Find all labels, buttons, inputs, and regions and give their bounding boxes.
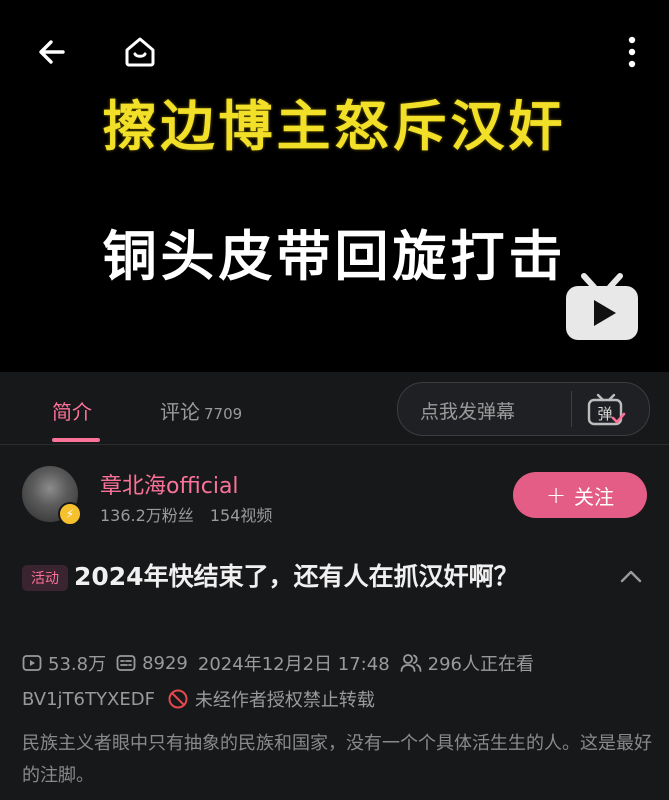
chevron-up-icon[interactable]: [616, 562, 646, 592]
play-count-icon: [22, 655, 42, 671]
views-stat: 53.8万: [22, 650, 106, 676]
video-meta-row: 53.8万 8929 2024年12月2日 17:48 296人正在看: [22, 650, 544, 676]
watching-count: 296人正在看: [427, 654, 535, 675]
watching-stat: 296人正在看: [400, 650, 534, 676]
video-title: 2024年快结束了，还有人在抓汉奸啊？: [74, 562, 519, 591]
danmaku-count-icon: [116, 655, 136, 671]
tab-comments-label: 评论: [160, 400, 200, 424]
bvid[interactable]: BV1jT6TYXEDF: [22, 689, 155, 710]
home-icon[interactable]: [118, 30, 162, 74]
danmaku-placeholder: 点我发弹幕: [420, 401, 516, 423]
people-icon: [400, 654, 422, 672]
danmaku-input[interactable]: 点我发弹幕 弹: [397, 382, 650, 436]
tab-intro[interactable]: 简介: [52, 396, 92, 425]
danmaku-count: 8929: [142, 652, 188, 674]
reprint-notice-text: 未经作者授权禁止转载: [194, 690, 375, 711]
prohibited-icon: [168, 689, 188, 709]
uploader-name[interactable]: 章北海official: [100, 468, 239, 500]
reprint-notice: 未经作者授权禁止转载: [167, 686, 375, 712]
publish-time: 2024年12月2日 17:48: [198, 650, 390, 676]
plus-icon: +: [545, 481, 567, 509]
danmaku-button-glyph: 弹: [597, 405, 612, 423]
comments-count: 7709: [204, 405, 243, 423]
tab-active-indicator: [52, 438, 100, 442]
fans-count: 136.2万粉丝: [100, 506, 194, 525]
uploader-section: ⚡ 章北海official 136.2万粉丝 154视频 + 关注: [0, 444, 669, 534]
video-count: 154视频: [209, 506, 273, 525]
cover-title-line1: 擦边博主怒斥汉奸: [102, 95, 567, 158]
views-count: 53.8万: [48, 654, 107, 675]
video-player[interactable]: 擦边博主怒斥汉奸 铜头皮带回旋打击: [0, 0, 669, 372]
back-arrow-icon[interactable]: [30, 30, 74, 74]
video-description: 民族主义者眼中只有抽象的民族和国家，没有一个个具体活生生的人。这是最好的注脚。: [22, 733, 652, 786]
video-id-row: BV1jT6TYXEDF 未经作者授权禁止转载: [22, 686, 375, 712]
video-title-block: 活动 2024年快结束了，还有人在抓汉奸啊？: [22, 556, 622, 598]
publish-time-text: 2024年12月2日 17:48: [197, 654, 390, 675]
divider: [571, 391, 572, 427]
follow-button[interactable]: + 关注: [513, 472, 647, 518]
verified-badge-icon: ⚡: [58, 502, 82, 526]
more-options-icon[interactable]: [610, 30, 654, 74]
tab-comments[interactable]: 评论 7709: [160, 396, 242, 425]
bilibili-play-icon[interactable]: [562, 268, 642, 344]
uploader-stats: 136.2万粉丝 154视频: [100, 502, 288, 526]
danmaku-stat: 8929: [116, 653, 188, 674]
follow-label: 关注: [574, 484, 615, 509]
danmaku-settings-icon[interactable]: 弹: [586, 392, 626, 426]
activity-tag[interactable]: 活动: [22, 564, 68, 591]
